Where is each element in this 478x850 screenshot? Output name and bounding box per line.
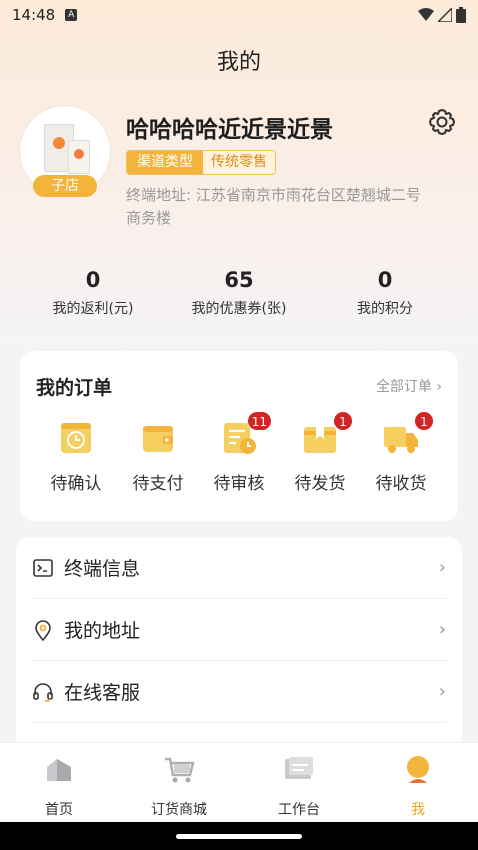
document-clock-icon: 11 — [220, 411, 272, 457]
stat-value: 0 — [85, 268, 101, 292]
headset-icon — [33, 682, 53, 702]
menu-item-label: 在线客服 — [64, 682, 141, 704]
order-pending-payment[interactable]: 待支付 — [120, 419, 196, 494]
channel-type-label: 渠道类型 — [127, 151, 203, 174]
order-status-label: 待收货 — [375, 474, 427, 494]
menu-item-label: 终端信息 — [64, 558, 141, 580]
all-orders-link[interactable]: 全部订单 › — [376, 376, 442, 396]
stat-label: 我的积分 — [357, 301, 413, 317]
profile-icon — [407, 756, 429, 783]
order-pending-receipt[interactable]: 1 待收货 — [363, 411, 439, 494]
status-icons — [418, 7, 466, 23]
menu-item-terminal-info[interactable]: 终端信息 › — [32, 537, 446, 599]
page-title: 我的 — [216, 50, 261, 75]
stat-coupons[interactable]: 65 我的优惠券(张) — [164, 268, 314, 318]
chevron-right-icon: › — [438, 619, 446, 640]
orders-title: 我的订单 — [36, 377, 113, 399]
order-pending-confirm[interactable]: 待确认 — [38, 419, 114, 494]
stat-label: 我的优惠券(张) — [191, 301, 287, 317]
stat-label: 我的返利(元) — [52, 301, 134, 317]
menu-item-my-address[interactable]: 我的地址 › — [32, 599, 446, 661]
home-gesture-handle[interactable] — [176, 834, 302, 839]
battery-icon — [456, 7, 466, 23]
workbench-icon — [285, 757, 313, 779]
order-status-label: 待支付 — [132, 474, 184, 494]
settings-gear-icon[interactable] — [426, 106, 458, 138]
chevron-right-icon: › — [436, 379, 442, 395]
channel-type-value: 传统零售 — [203, 151, 275, 174]
stat-points[interactable]: 0 我的积分 — [310, 268, 460, 318]
location-pin-icon — [35, 619, 51, 641]
shop-type-badge: 子店 — [33, 175, 97, 197]
tab-label: 我 — [411, 802, 425, 818]
order-status-label: 待发货 — [294, 474, 346, 494]
chevron-right-icon: › — [438, 681, 446, 702]
order-pending-shipment[interactable]: 1 待发货 — [282, 411, 358, 494]
channel-type-tag: 渠道类型 传统零售 — [126, 150, 276, 175]
tab-order-mall[interactable]: 订货商城 — [129, 753, 229, 819]
status-time: 14:48 — [12, 6, 56, 24]
home-icon — [47, 759, 71, 781]
tab-label: 工作台 — [278, 802, 320, 818]
menu-item-online-service[interactable]: 在线客服 › — [32, 661, 446, 723]
tab-me[interactable]: 我 — [368, 753, 468, 819]
menu-list: 终端信息 › 我的地址 › 在线客服 › — [16, 537, 462, 767]
tab-label: 订货商城 — [151, 802, 207, 818]
product-box-image-small — [68, 140, 90, 174]
clock-card-icon — [57, 419, 95, 457]
a-notification-icon: A — [65, 9, 78, 21]
count-badge: 1 — [333, 411, 353, 431]
tab-home[interactable]: 首页 — [9, 753, 109, 819]
stat-rebate[interactable]: 0 我的返利(元) — [18, 268, 168, 318]
all-orders-label: 全部订单 — [375, 379, 432, 395]
status-bar: 14:48 A — [0, 0, 478, 30]
order-pending-review[interactable]: 11 待审核 — [201, 411, 277, 494]
stat-value: 65 — [224, 268, 254, 292]
terminal-icon — [33, 558, 53, 577]
cart-icon — [165, 757, 195, 783]
terminal-address: 终端地址: 江苏省南京市雨花台区楚翘城二号商务楼 — [126, 186, 421, 227]
tab-label: 首页 — [45, 802, 73, 818]
system-nav-bar — [0, 822, 478, 850]
package-box-icon: 1 — [301, 411, 353, 457]
tab-workbench[interactable]: 工作台 — [249, 753, 349, 819]
wifi-icon — [418, 8, 434, 21]
order-status-label: 待审核 — [213, 474, 265, 494]
order-status-label: 待确认 — [50, 474, 102, 494]
wallet-icon — [139, 419, 177, 457]
chevron-right-icon: › — [438, 557, 446, 578]
delivery-truck-icon: 1 — [382, 411, 434, 457]
stat-value: 0 — [377, 268, 393, 292]
bottom-tab-bar: 首页 订货商城 工作台 我 — [0, 742, 478, 822]
count-badge: 1 — [414, 411, 434, 431]
menu-item-label: 我的地址 — [64, 620, 141, 642]
signal-icon — [438, 8, 452, 22]
user-name: 哈哈哈哈近近景近景 — [126, 117, 333, 143]
my-orders-card: 我的订单 全部订单 › 待确认 待支付 11 待审核 1 待发货 1 待收货 — [20, 351, 458, 521]
count-badge: 11 — [246, 411, 272, 431]
